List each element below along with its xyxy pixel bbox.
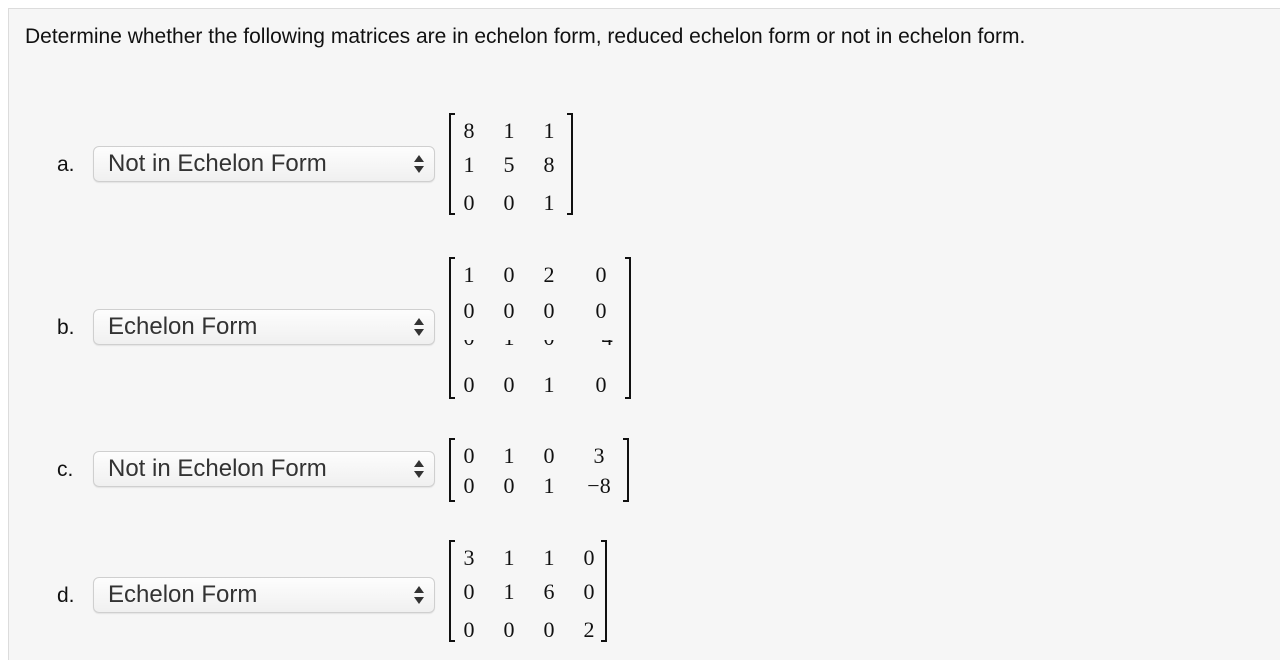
- matrix-cell: 0: [543, 443, 555, 468]
- matrix-cell: 2: [543, 262, 555, 287]
- matrix-cell: 1: [543, 190, 555, 215]
- matrix-cell: 1: [503, 118, 515, 143]
- up-down-arrows-icon: [414, 586, 424, 604]
- matrix-cell: 0: [454, 340, 484, 350]
- matrix-cell: 0: [463, 617, 475, 642]
- part-label-c: c.: [57, 458, 74, 481]
- matrix-cell: 0: [463, 579, 475, 604]
- matrix-cell: 1: [503, 579, 515, 604]
- matrix-cell: 1: [503, 443, 515, 468]
- clipped-row: 0: [534, 340, 564, 350]
- matrix-cell: 2: [583, 617, 595, 642]
- right-bracket: [567, 113, 573, 215]
- answer-select-d[interactable]: Echelon Form: [93, 577, 435, 613]
- matrix-cell: 0: [503, 473, 515, 498]
- answer-select-a[interactable]: Not in Echelon Form: [93, 146, 435, 182]
- matrix-cell: −4: [586, 340, 616, 350]
- answer-select-b[interactable]: Echelon Form: [93, 309, 435, 345]
- part-label-a: a.: [57, 153, 75, 176]
- matrix-cell: 6: [543, 579, 555, 604]
- matrix-cell: 0: [463, 372, 475, 397]
- right-bracket: [623, 438, 629, 502]
- matrix-cell: 1: [463, 152, 475, 177]
- matrix-cell: 1: [543, 545, 555, 570]
- matrix-cell: 0: [463, 473, 475, 498]
- matrix-cell: 5: [503, 152, 515, 177]
- matrix-cell: 8: [543, 152, 555, 177]
- clipped-row: −4: [586, 340, 616, 350]
- matrix-cell: 0: [595, 262, 607, 287]
- question-panel: Determine whether the following matrices…: [8, 8, 1280, 660]
- select-value-a: Not in Echelon Form: [108, 150, 327, 177]
- matrix-cell: 0: [503, 617, 515, 642]
- select-value-b: Echelon Form: [108, 313, 258, 340]
- matrix-d: 3 1 1 0 0 1 6 0 0 0 0 2: [449, 540, 607, 642]
- clipped-row: 1: [494, 340, 524, 350]
- matrix-cell: 0: [543, 617, 555, 642]
- matrix-cell: 0: [583, 579, 595, 604]
- matrix-cell: 0: [463, 298, 475, 323]
- matrix-c: 0 1 0 3 0 0 1 −8: [449, 438, 629, 502]
- select-value-c: Not in Echelon Form: [108, 455, 327, 482]
- matrix-cell: 1: [463, 262, 475, 287]
- matrix-cell: 0: [463, 443, 475, 468]
- right-bracket: [625, 257, 631, 399]
- clipped-row: 0: [454, 340, 484, 350]
- part-label-b: b.: [57, 316, 75, 339]
- matrix-cell: 1: [543, 473, 555, 498]
- matrix-cell: 0: [503, 298, 515, 323]
- matrix-cell: −8: [587, 473, 611, 498]
- matrix-cell: 3: [593, 443, 605, 468]
- matrix-cell: 3: [463, 545, 475, 570]
- answer-select-c[interactable]: Not in Echelon Form: [93, 451, 435, 487]
- matrix-cell: 1: [503, 545, 515, 570]
- matrix-cell: 0: [503, 190, 515, 215]
- up-down-arrows-icon: [414, 318, 424, 336]
- matrix-b: 10200000010−40010: [449, 257, 631, 399]
- matrix-cell: 0: [534, 340, 564, 350]
- matrix-cell: 0: [503, 372, 515, 397]
- matrix-cell: 1: [543, 118, 555, 143]
- matrix-cell: 0: [463, 190, 475, 215]
- matrix-cell: 0: [583, 545, 595, 570]
- matrix-cell: 8: [463, 118, 475, 143]
- matrix-cell: 1: [543, 372, 555, 397]
- select-value-d: Echelon Form: [108, 581, 258, 608]
- up-down-arrows-icon: [414, 155, 424, 173]
- up-down-arrows-icon: [414, 460, 424, 478]
- matrix-cell: 0: [595, 298, 607, 323]
- question-text: Determine whether the following matrices…: [25, 25, 1026, 48]
- part-label-d: d.: [57, 584, 75, 607]
- matrix-cell: 0: [595, 372, 607, 397]
- matrix-a: 8 1 1 1 5 8 0 0 1: [449, 113, 573, 215]
- matrix-cell: 0: [503, 262, 515, 287]
- matrix-cell: 1: [494, 340, 524, 350]
- matrix-cell: 0: [543, 298, 555, 323]
